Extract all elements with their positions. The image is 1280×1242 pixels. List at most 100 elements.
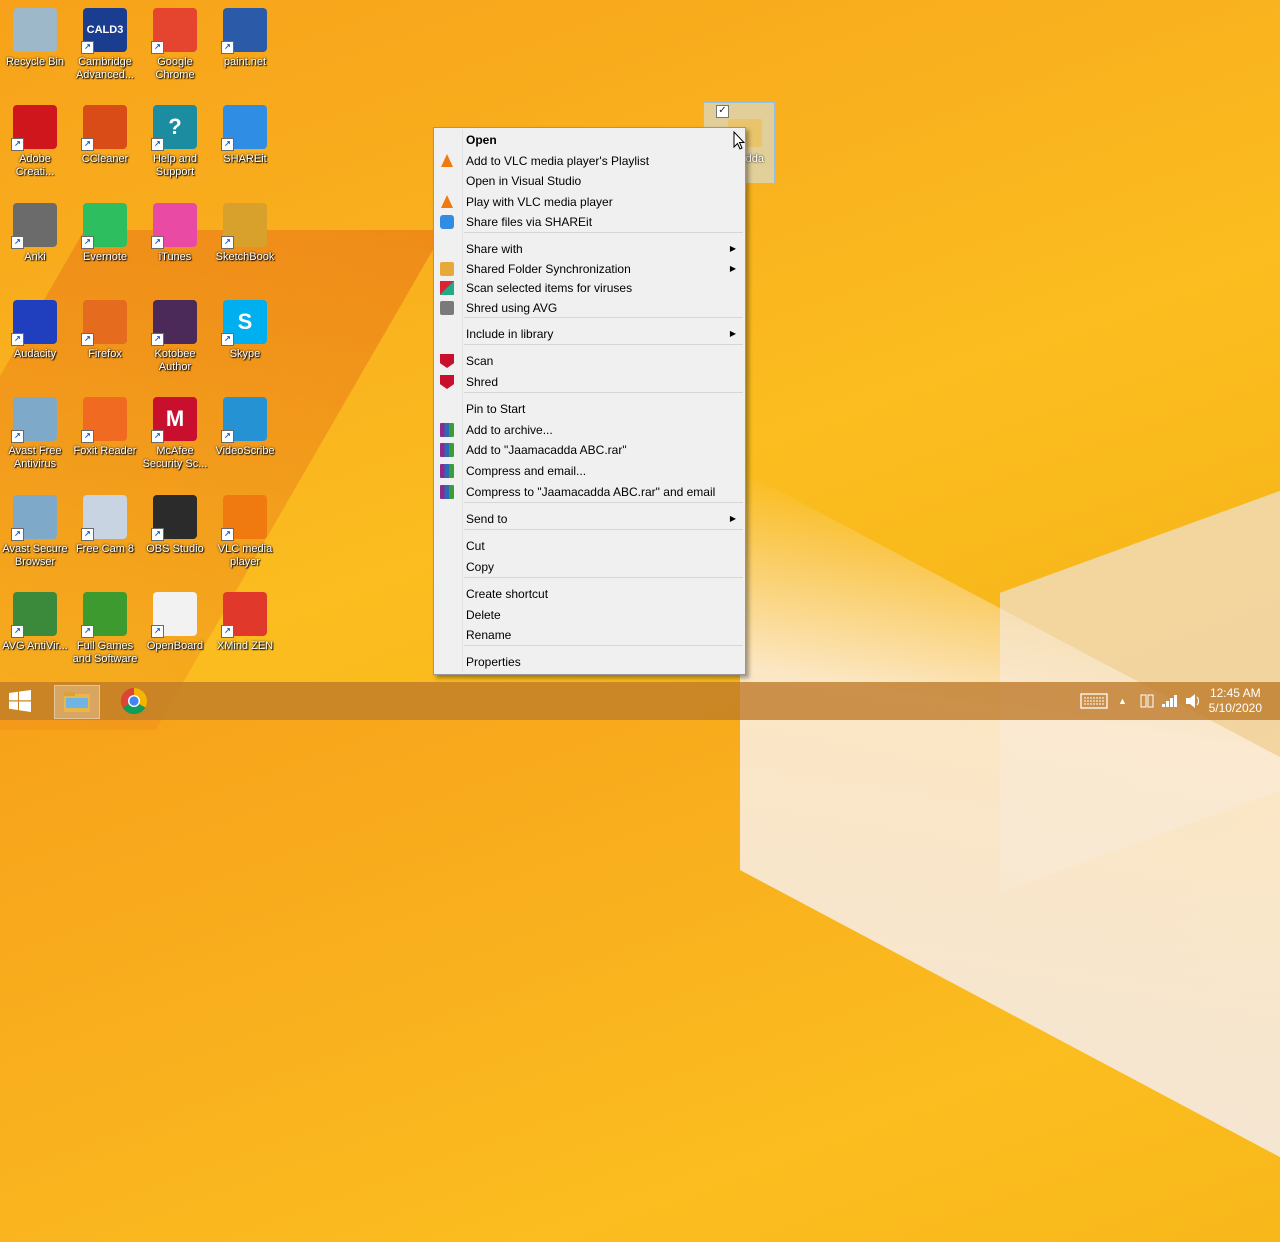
keyboard-icon[interactable] — [1080, 682, 1108, 720]
network-icon[interactable] — [1138, 682, 1156, 720]
menu-item-copy[interactable]: Copy — [434, 557, 745, 577]
menu-item-share-files-via-shareit[interactable]: Share files via SHAREit — [434, 212, 745, 232]
system-clock[interactable]: 12:45 AM 5/10/2020 — [1209, 686, 1262, 716]
desktop-icon[interactable]: ↗ Adobe Creati... — [0, 105, 70, 179]
desktop-icon[interactable]: ↗ AVG AntiVir... — [0, 592, 70, 653]
desktop-icon[interactable]: ↗ VideoScribe — [210, 397, 280, 458]
menu-item-open-in-visual-studio[interactable]: Open in Visual Studio — [434, 171, 745, 191]
desktop-icon[interactable]: ↗ iTunes — [140, 203, 210, 264]
menu-separator — [464, 392, 743, 393]
desktop-icon[interactable]: ↗ CCleaner — [70, 105, 140, 166]
menu-item-label: Add to archive... — [466, 422, 553, 437]
desktop-icon[interactable]: ? ↗ Help and Support — [140, 105, 210, 179]
menu-item-pin-to-start[interactable]: Pin to Start — [434, 399, 745, 419]
menu-item-add-to-vlc-media-player-s-playlist[interactable]: Add to VLC media player's Playlist — [434, 151, 745, 171]
menu-separator — [464, 502, 743, 503]
menu-item-create-shortcut[interactable]: Create shortcut — [434, 584, 745, 604]
menu-item-label: Properties — [466, 655, 521, 669]
desktop-icon[interactable]: ↗ VLC media player — [210, 495, 280, 569]
menu-item-label: Shred — [466, 375, 499, 389]
menu-item-compress-to-jaamacadda-abc-rar-and-email[interactable]: Compress to "Jaamacadda ABC.rar" and ema… — [434, 482, 745, 502]
desktop-icon[interactable]: S ↗ Skype — [210, 300, 280, 361]
ccleaner-icon: ↗ — [81, 105, 127, 151]
menu-item-compress-and-email[interactable]: Compress and email... — [434, 461, 745, 481]
menu-item-label: Add to VLC media player's Playlist — [466, 153, 650, 168]
menu-item-share-with[interactable]: Share with ▶ — [434, 239, 745, 259]
shortcut-arrow-icon: ↗ — [11, 625, 24, 638]
selection-checkbox[interactable]: ✓ — [716, 105, 729, 118]
avast-browser-icon: ↗ — [11, 495, 57, 541]
desktop-icon[interactable]: ↗ Avast Free Antivirus — [0, 397, 70, 471]
mcafee-icon — [440, 375, 454, 389]
shortcut-arrow-icon: ↗ — [11, 333, 24, 346]
desktop-icon[interactable]: ↗ SHAREit — [210, 105, 280, 166]
menu-separator — [464, 577, 743, 578]
menu-item-properties[interactable]: Properties — [434, 652, 745, 672]
menu-item-label: Delete — [466, 608, 501, 622]
menu-item-delete[interactable]: Delete — [434, 605, 745, 625]
desktop-icon-label: Foxit Reader — [73, 445, 137, 457]
menu-item-open[interactable]: Open — [434, 130, 745, 150]
show-hidden-icons-icon[interactable]: ▲ — [1118, 682, 1130, 720]
desktop-icon[interactable]: M ↗ McAfee Security Sc... — [140, 397, 210, 471]
chrome-icon[interactable] — [112, 685, 156, 717]
desktop-icon[interactable]: ↗ Full Games and Software — [70, 592, 140, 666]
desktop-icon[interactable]: ↗ Google Chrome — [140, 8, 210, 82]
desktop-icon[interactable]: ↗ XMind ZEN — [210, 592, 280, 653]
desktop-icon[interactable]: ↗ paint.net — [210, 8, 280, 69]
menu-item-shred-using-avg[interactable]: Shred using AVG — [434, 298, 745, 318]
menu-item-play-with-vlc-media-player[interactable]: Play with VLC media player — [434, 192, 745, 212]
desktop-icon[interactable]: Recycle Bin — [0, 8, 70, 69]
shortcut-arrow-icon: ↗ — [151, 528, 164, 541]
menu-item-label: Scan selected items for viruses — [466, 281, 633, 295]
menu-item-shared-folder-synchronization[interactable]: Shared Folder Synchronization ▶ — [434, 259, 745, 279]
shortcut-arrow-icon: ↗ — [11, 138, 24, 151]
desktop-icon[interactable]: ↗ OpenBoard — [140, 592, 210, 653]
shortcut-arrow-icon: ↗ — [151, 138, 164, 151]
vlc-icon — [440, 153, 454, 168]
desktop-icon[interactable]: ↗ OBS Studio — [140, 495, 210, 556]
desktop-icon[interactable]: ↗ Foxit Reader — [70, 397, 140, 458]
menu-item-add-to-archive[interactable]: Add to archive... — [434, 420, 745, 440]
desktop-icon-label: Recycle Bin — [5, 56, 65, 68]
vlc-icon — [440, 194, 454, 209]
menu-item-rename[interactable]: Rename — [434, 625, 745, 645]
menu-item-label: Add to "Jaamacadda ABC.rar" — [466, 443, 627, 457]
desktop-icon-label: Audacity — [13, 348, 57, 360]
desktop-icon[interactable]: ↗ Avast Secure Browser — [0, 495, 70, 569]
menu-item-include-in-library[interactable]: Include in library ▶ — [434, 324, 745, 344]
taskbar: ▲ 12:45 AM 5/10/2020 — [0, 682, 1280, 720]
desktop-icon[interactable]: ↗ SketchBook — [210, 203, 280, 264]
menu-item-label: Open in Visual Studio — [466, 174, 582, 188]
desktop-icon[interactable]: ↗ Kotobee Author — [140, 300, 210, 374]
file-explorer-icon[interactable] — [54, 685, 100, 719]
signal-icon[interactable] — [1160, 682, 1178, 720]
desktop-icon-label: Full Games and Software — [72, 640, 138, 665]
desktop-icon-label: Anki — [24, 251, 46, 263]
desktop-icon-label: VideoScribe — [215, 445, 275, 457]
volume-icon[interactable] — [1184, 682, 1202, 720]
menu-item-scan[interactable]: Scan — [434, 351, 745, 371]
desktop-icon-label: McAfee Security Sc... — [142, 445, 208, 470]
menu-item-shred[interactable]: Shred — [434, 372, 745, 392]
desktop-icon[interactable]: CALD3 ↗ Cambridge Advanced... — [70, 8, 140, 82]
desktop-icon[interactable]: ↗ Firefox — [70, 300, 140, 361]
menu-item-add-to-jaamacadda-abc-rar[interactable]: Add to "Jaamacadda ABC.rar" — [434, 440, 745, 460]
desktop-icon-label: Avast Free Antivirus — [8, 445, 62, 470]
desktop-icon[interactable]: ↗ Evernote — [70, 203, 140, 264]
shredder-icon — [440, 301, 454, 315]
menu-item-cut[interactable]: Cut — [434, 536, 745, 556]
menu-item-label: Open — [466, 133, 497, 147]
shortcut-arrow-icon: ↗ — [81, 138, 94, 151]
desktop-icon[interactable]: ↗ Audacity — [0, 300, 70, 361]
menu-item-scan-selected-items-for-viruses[interactable]: Scan selected items for viruses — [434, 278, 745, 298]
desktop-icon-label: CCleaner — [81, 153, 129, 165]
shareit-icon: ↗ — [221, 105, 267, 151]
desktop-icon[interactable]: ↗ Anki — [0, 203, 70, 264]
desktop-icon-label: AVG AntiVir... — [2, 640, 68, 652]
windows-logo-icon[interactable] — [8, 689, 32, 713]
chrome-icon: ↗ — [151, 8, 197, 54]
menu-item-send-to[interactable]: Send to ▶ — [434, 509, 745, 529]
cald3-icon: CALD3 ↗ — [81, 8, 127, 54]
desktop-icon[interactable]: ↗ Free Cam 8 — [70, 495, 140, 556]
